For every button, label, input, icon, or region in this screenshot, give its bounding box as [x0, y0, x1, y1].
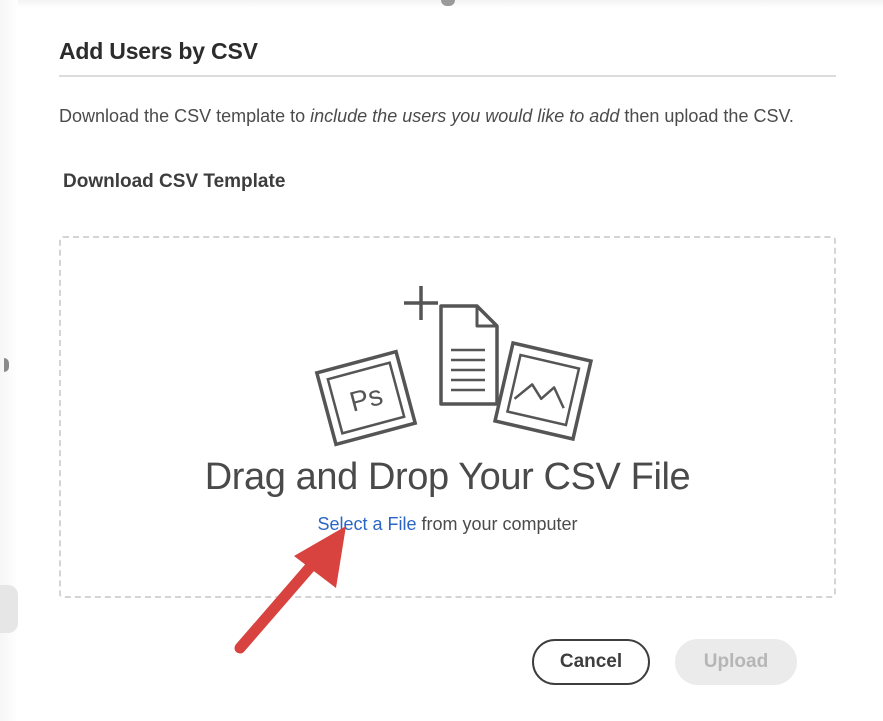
- background-tab: [0, 585, 18, 633]
- annotation-arrow-icon: [234, 526, 346, 654]
- csv-drop-zone[interactable]: Ps Drag and Drop Your CSV File Select a …: [59, 236, 836, 598]
- description-suffix: then upload the CSV.: [619, 106, 794, 126]
- upload-button[interactable]: Upload: [675, 639, 797, 685]
- upload-illustration: Ps: [314, 286, 594, 447]
- dialog-title: Add Users by CSV: [59, 38, 258, 64]
- drop-zone-subtitle: Select a File from your computer: [61, 514, 834, 535]
- image-file-icon: [492, 340, 594, 442]
- screen: Add Users by CSV Download the CSV templa…: [0, 0, 883, 721]
- add-users-csv-dialog: Add Users by CSV Download the CSV templa…: [30, 10, 870, 715]
- title-divider: [59, 75, 836, 77]
- description-emphasis: include the users you would like to add: [310, 106, 620, 126]
- dialog-description: Download the CSV template to include the…: [59, 103, 839, 130]
- drop-zone-title: Drag and Drop Your CSV File: [204, 456, 691, 498]
- download-csv-template-link[interactable]: Download CSV Template: [63, 171, 285, 193]
- cancel-button[interactable]: Cancel: [532, 639, 650, 685]
- photoshop-file-icon: Ps: [314, 349, 418, 447]
- add-document-icon: [404, 286, 499, 406]
- select-file-suffix: from your computer: [416, 514, 578, 534]
- description-prefix: Download the CSV template to: [59, 106, 311, 126]
